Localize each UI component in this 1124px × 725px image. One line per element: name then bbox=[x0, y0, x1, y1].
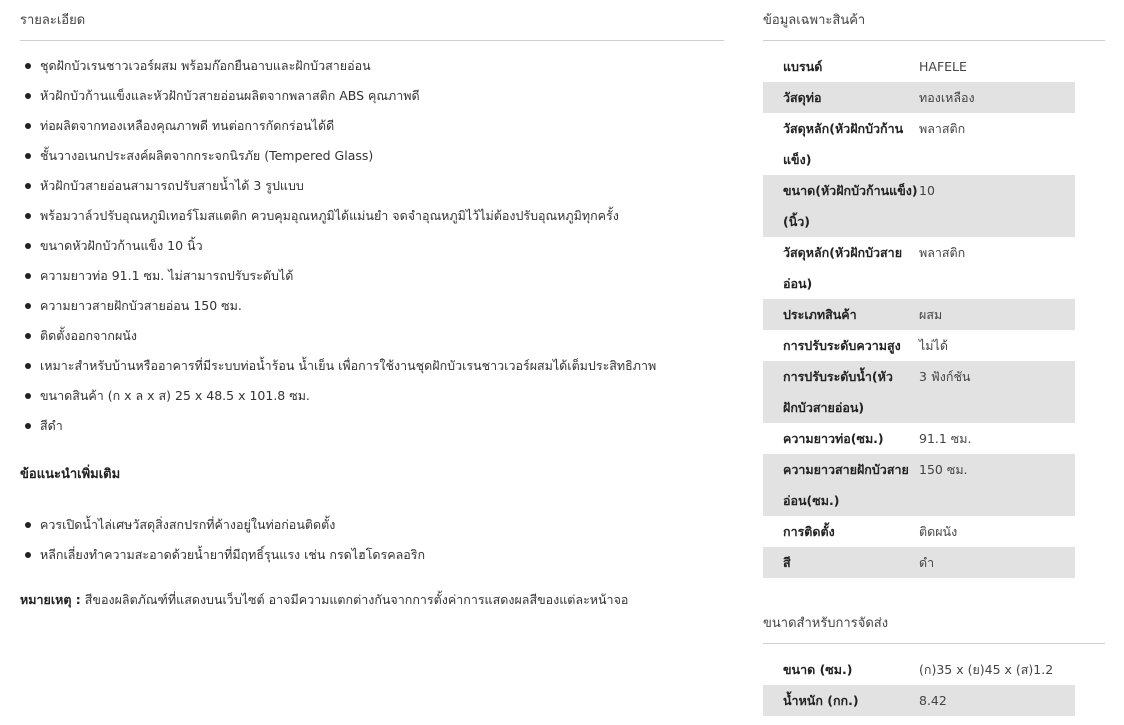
spec-label: ความยาวท่อ(ซม.) bbox=[783, 431, 884, 446]
spec-label: วัสดุหลัก(หัวฝักบัวสายอ่อน) bbox=[783, 245, 903, 291]
table-row: การปรับระดับน้ำ(หัวฝักบัวสายอ่อน) 3 ฟังก… bbox=[763, 361, 1075, 423]
list-item: ชั้นวางอเนกประสงค์ผลิตจากกระจกนิรภัย (Te… bbox=[20, 141, 724, 171]
bullet-icon bbox=[25, 522, 31, 528]
bullet-icon bbox=[25, 93, 31, 99]
spec-label: ความยาวสายฝักบัวสายอ่อน(ซม.) bbox=[763, 454, 919, 516]
spec-value: พลาสติก bbox=[919, 245, 966, 260]
shipping-table: ขนาด (ซม.) (ก)35 x (ย)45 x (ส)1.2 น้ำหนั… bbox=[763, 654, 1075, 716]
table-row: ประเภทสินค้า ผสม bbox=[763, 299, 1075, 330]
list-item: ขนาดหัวฝักบัวก้านแข็ง 10 นิ้ว bbox=[20, 231, 724, 261]
bullet-icon bbox=[25, 213, 31, 219]
table-row: วัสดุท่อ ทองเหลือง bbox=[763, 82, 1075, 113]
bullet-icon bbox=[25, 183, 31, 189]
list-item: ท่อผลิตจากทองเหลืองคุณภาพดี ทนต่อการกัดก… bbox=[20, 111, 724, 141]
spec-value: 3 ฟังก์ชัน bbox=[919, 361, 1075, 423]
spec-label: วัสดุท่อ bbox=[763, 82, 919, 113]
bullet-icon bbox=[25, 153, 31, 159]
list-item: พร้อมวาล์วปรับอุณหภูมิเทอร์โมสแตติก ควบค… bbox=[20, 201, 724, 231]
bullet-icon bbox=[25, 303, 31, 309]
spec-value: 91.1 ซม. bbox=[919, 431, 972, 446]
list-item: สีดำ bbox=[20, 411, 724, 441]
list-item: ควรเปิดน้ำไล่เศษวัสดุสิ่งสกปรกที่ค้างอยู… bbox=[20, 510, 724, 540]
table-row: การปรับระดับความสูง ไม่ได้ bbox=[763, 330, 1075, 361]
table-row: การติดตั้ง ติดผนัง bbox=[763, 516, 1075, 547]
spec-label: ขนาด(หัวฝักบัวก้านแข็ง)(นิ้ว) bbox=[763, 175, 919, 237]
bullet-icon bbox=[25, 363, 31, 369]
list-item: ขนาดสินค้า (ก x ล x ส) 25 x 48.5 x 101.8… bbox=[20, 381, 724, 411]
note-text: สีของผลิตภัณฑ์ที่แสดงบนเว็บไซต์ อาจมีควา… bbox=[84, 592, 629, 607]
bullet-icon bbox=[25, 423, 31, 429]
bullet-icon bbox=[25, 333, 31, 339]
spec-label: ประเภทสินค้า bbox=[763, 299, 919, 330]
spec-value: HAFELE bbox=[919, 59, 967, 74]
specs-section: ข้อมูลเฉพาะสินค้า แบรนด์ HAFELE วัสดุท่อ… bbox=[763, 0, 1105, 716]
note: หมายเหตุ : สีของผลิตภัณฑ์ที่แสดงบนเว็บไซ… bbox=[20, 590, 724, 610]
list-item: ติดตั้งออกจากผนัง bbox=[20, 321, 724, 351]
table-row: สี ดำ bbox=[763, 547, 1075, 578]
spec-label: แบรนด์ bbox=[783, 59, 823, 74]
bullet-icon bbox=[25, 393, 31, 399]
list-item: ชุดฝักบัวเรนชาวเวอร์ผสม พร้อมก๊อกยืนอาบแ… bbox=[20, 51, 724, 81]
list-item: ความยาวท่อ 91.1 ซม. ไม่สามารถปรับระดับได… bbox=[20, 261, 724, 291]
shipping-title: ขนาดสำหรับการจัดส่ง bbox=[763, 603, 1105, 644]
details-section: รายละเอียด ชุดฝักบัวเรนชาวเวอร์ผสม พร้อม… bbox=[20, 0, 724, 610]
table-row: แบรนด์ HAFELE bbox=[763, 51, 1075, 82]
table-row: น้ำหนัก (กก.) 8.42 bbox=[763, 685, 1075, 716]
table-row: ขนาด (ซม.) (ก)35 x (ย)45 x (ส)1.2 bbox=[763, 654, 1075, 685]
shipping-value: 8.42 bbox=[919, 685, 1075, 716]
bullet-icon bbox=[25, 243, 31, 249]
specs-table: แบรนด์ HAFELE วัสดุท่อ ทองเหลือง วัสดุหล… bbox=[763, 51, 1075, 578]
bullet-icon bbox=[25, 63, 31, 69]
spec-value: พลาสติก bbox=[919, 121, 966, 136]
specs-title: ข้อมูลเฉพาะสินค้า bbox=[763, 0, 1105, 41]
bullet-icon bbox=[25, 273, 31, 279]
advice-title: ข้อแนะนำเพิ่มเติม bbox=[20, 467, 121, 482]
shipping-value: (ก)35 x (ย)45 x (ส)1.2 bbox=[919, 662, 1054, 677]
list-item: หัวฝักบัวสายอ่อนสามารถปรับสายน้ำได้ 3 รู… bbox=[20, 171, 724, 201]
table-row: วัสดุหลัก(หัวฝักบัวสายอ่อน) พลาสติก bbox=[763, 237, 1075, 299]
spec-value: ไม่ได้ bbox=[919, 338, 948, 353]
list-item: หัวฝักบัวก้านแข็งและหัวฝักบัวสายอ่อนผลิต… bbox=[20, 81, 724, 111]
advice-list: ควรเปิดน้ำไล่เศษวัสดุสิ่งสกปรกที่ค้างอยู… bbox=[20, 510, 724, 570]
spec-label: วัสดุหลัก(หัวฝักบัวก้านแข็ง) bbox=[783, 121, 904, 167]
spec-value: ทองเหลือง bbox=[919, 82, 1075, 113]
shipping-label: น้ำหนัก (กก.) bbox=[763, 685, 919, 716]
details-list: ชุดฝักบัวเรนชาวเวอร์ผสม พร้อมก๊อกยืนอาบแ… bbox=[20, 51, 724, 441]
list-item: เหมาะสำหรับบ้านหรืออาคารที่มีระบบท่อน้ำร… bbox=[20, 351, 724, 381]
spec-value: ผสม bbox=[919, 299, 1075, 330]
spec-label: การติดตั้ง bbox=[783, 524, 835, 539]
table-row: ความยาวท่อ(ซม.) 91.1 ซม. bbox=[763, 423, 1075, 454]
bullet-icon bbox=[25, 552, 31, 558]
spec-value: 10 bbox=[919, 175, 1075, 237]
table-row: ความยาวสายฝักบัวสายอ่อน(ซม.) 150 ซม. bbox=[763, 454, 1075, 516]
shipping-label: ขนาด (ซม.) bbox=[783, 662, 853, 677]
note-label: หมายเหตุ : bbox=[20, 592, 81, 607]
table-row: ขนาด(หัวฝักบัวก้านแข็ง)(นิ้ว) 10 bbox=[763, 175, 1075, 237]
list-item: ความยาวสายฝักบัวสายอ่อน 150 ซม. bbox=[20, 291, 724, 321]
spec-label: การปรับระดับความสูง bbox=[783, 338, 901, 353]
details-title: รายละเอียด bbox=[20, 0, 724, 41]
spec-value: ดำ bbox=[919, 547, 1075, 578]
list-item: หลีกเลี่ยงทำความสะอาดด้วยน้ำยาที่มีฤทธิ์… bbox=[20, 540, 724, 570]
table-row: วัสดุหลัก(หัวฝักบัวก้านแข็ง) พลาสติก bbox=[763, 113, 1075, 175]
bullet-icon bbox=[25, 123, 31, 129]
spec-value: ติดผนัง bbox=[919, 524, 958, 539]
spec-value: 150 ซม. bbox=[919, 454, 1075, 516]
spec-label: การปรับระดับน้ำ(หัวฝักบัวสายอ่อน) bbox=[763, 361, 919, 423]
spec-label: สี bbox=[763, 547, 919, 578]
